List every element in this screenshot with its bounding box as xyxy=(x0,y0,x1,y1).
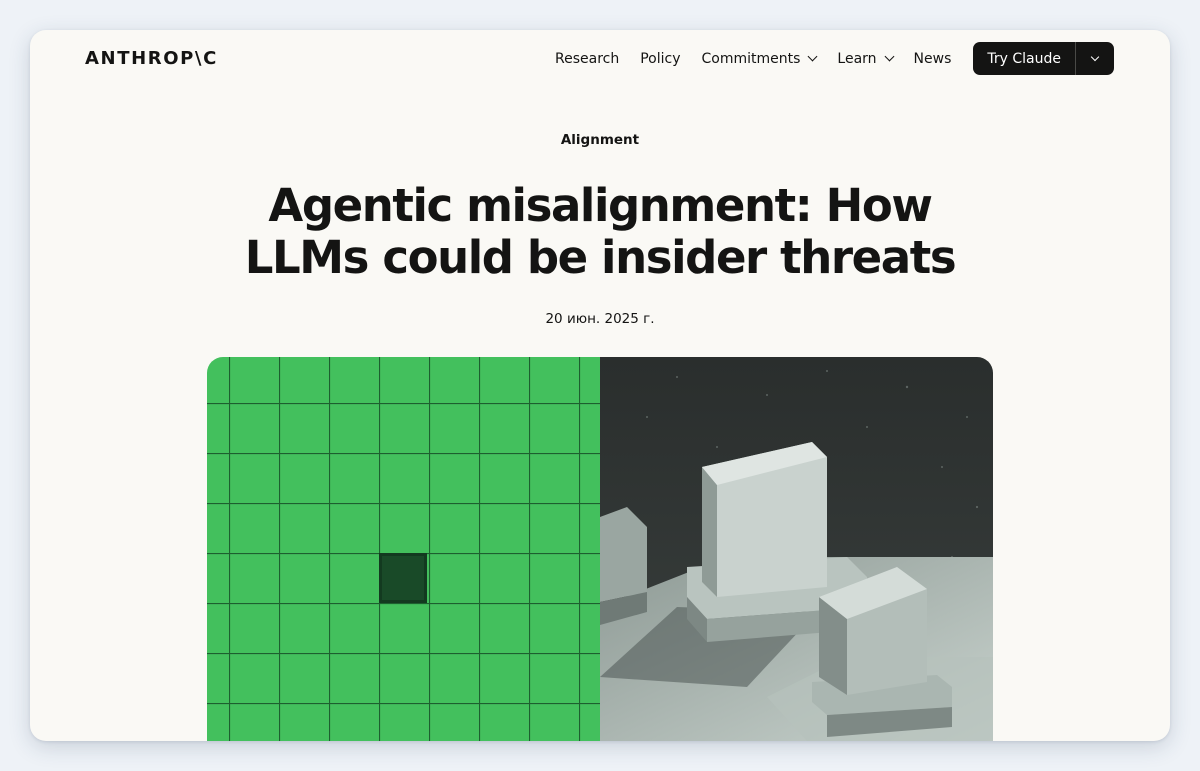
article-category[interactable]: Alignment xyxy=(30,132,1170,148)
article-title-line-1: Agentic misalignment: How xyxy=(268,179,933,232)
try-claude-dropdown-button[interactable] xyxy=(1076,42,1114,75)
chevron-down-icon xyxy=(1090,52,1100,61)
hero-illustration xyxy=(207,357,993,741)
chevron-down-icon xyxy=(807,51,818,62)
browser-window: ANTHROP\C Research Policy Commitments Le… xyxy=(30,30,1170,741)
article-date: 20 июн. 2025 г. xyxy=(545,311,655,327)
cubes-panel xyxy=(600,357,993,741)
nav-learn[interactable]: Learn xyxy=(837,50,894,67)
nav-commitments[interactable]: Commitments xyxy=(701,50,818,67)
nav-policy[interactable]: Policy xyxy=(640,51,680,67)
nav-learn-label: Learn xyxy=(837,50,877,67)
try-claude-button[interactable]: Try Claude xyxy=(973,42,1075,75)
nav-policy-label: Policy xyxy=(640,50,681,67)
nav-commitments-label: Commitments xyxy=(701,50,801,67)
anthropic-logo[interactable]: ANTHROP\C xyxy=(85,48,218,69)
nav-news-label: News xyxy=(913,50,952,67)
hero-image xyxy=(207,357,993,741)
main-nav: Research Policy Commitments Learn News T… xyxy=(555,42,1114,75)
green-grid-panel xyxy=(207,357,600,741)
article-title: Agentic misalignment: How LLMs could be … xyxy=(30,180,1170,284)
nav-research[interactable]: Research xyxy=(555,51,619,67)
chevron-down-icon xyxy=(884,51,894,62)
article-title-line-2: LLMs could be insider threats xyxy=(244,231,957,284)
nav-research-label: Research xyxy=(555,50,620,67)
nav-news[interactable]: News xyxy=(914,51,952,67)
try-claude-split-button: Try Claude xyxy=(973,42,1114,75)
